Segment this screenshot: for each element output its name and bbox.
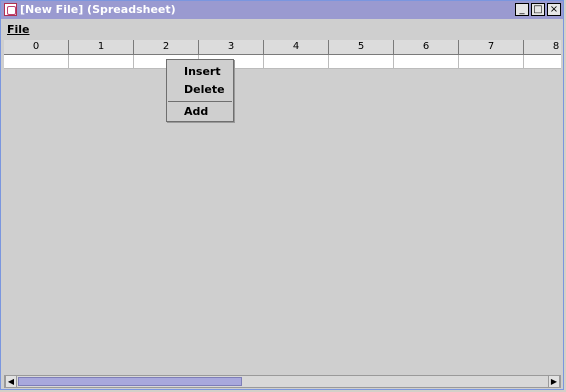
context-menu-separator (168, 101, 232, 102)
column-header-1[interactable]: 1 (69, 40, 134, 55)
scroll-thumb[interactable] (18, 377, 242, 386)
context-menu-insert[interactable]: Insert (184, 65, 221, 78)
app-icon (4, 3, 17, 16)
column-header-row: 0 1 2 3 4 5 6 7 8 (4, 40, 561, 55)
close-button[interactable]: × (547, 3, 561, 16)
scroll-right-icon[interactable]: ▶ (548, 376, 560, 387)
column-header-4[interactable]: 4 (264, 40, 329, 55)
spreadsheet-area[interactable]: 0 1 2 3 4 5 6 7 8 (4, 40, 561, 372)
cell-7[interactable] (459, 55, 524, 69)
app-window: [New File] (Spreadsheet) _ □ × File 0 1 … (0, 0, 564, 390)
cell-6[interactable] (394, 55, 459, 69)
maximize-button[interactable]: □ (531, 3, 545, 16)
column-header-2[interactable]: 2 (134, 40, 199, 55)
context-menu-delete[interactable]: Delete (184, 83, 225, 96)
column-header-6[interactable]: 6 (394, 40, 459, 55)
column-header-8[interactable]: 8 (524, 40, 561, 55)
cell-1[interactable] (69, 55, 134, 69)
cell-5[interactable] (329, 55, 394, 69)
scroll-left-icon[interactable]: ◀ (5, 376, 17, 387)
context-menu: Insert Delete Add (166, 59, 234, 122)
column-header-7[interactable]: 7 (459, 40, 524, 55)
column-header-5[interactable]: 5 (329, 40, 394, 55)
menu-file[interactable]: File (7, 23, 30, 36)
title-bar[interactable]: [New File] (Spreadsheet) _ □ × (1, 1, 563, 19)
menu-bar: File (1, 20, 563, 39)
cell-4[interactable] (264, 55, 329, 69)
cell-0[interactable] (4, 55, 69, 69)
context-menu-add[interactable]: Add (184, 105, 208, 118)
column-header-0[interactable]: 0 (4, 40, 69, 55)
table-row (4, 55, 561, 69)
column-header-3[interactable]: 3 (199, 40, 264, 55)
horizontal-scrollbar[interactable]: ◀ ▶ (4, 375, 561, 388)
minimize-button[interactable]: _ (515, 3, 529, 16)
cell-8[interactable] (524, 55, 561, 69)
window-title: [New File] (Spreadsheet) (20, 3, 176, 16)
